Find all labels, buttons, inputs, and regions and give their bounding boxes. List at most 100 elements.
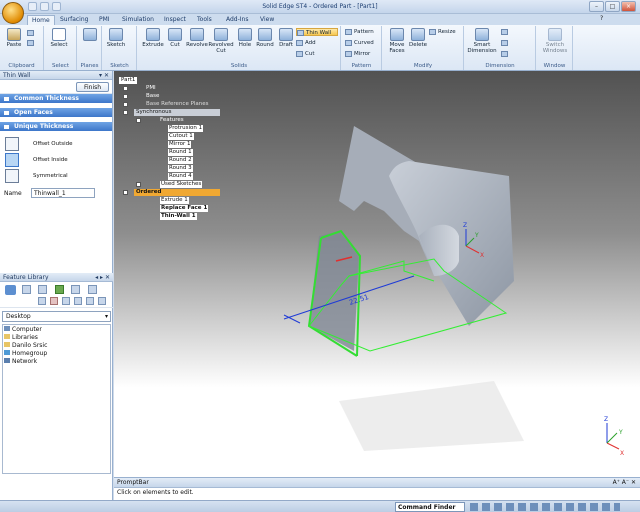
smart-dimension-button[interactable]: Smart Dimension [467,28,497,54]
resize-button[interactable]: Resize [429,28,462,36]
mirror-button[interactable]: Mirror [345,50,381,58]
dimension-tool-1[interactable] [501,28,531,36]
add-button[interactable]: Add [296,39,336,47]
tab-inspect[interactable]: Inspect [160,15,190,25]
delete-button[interactable]: Delete [407,28,429,48]
expand-icon[interactable] [123,86,128,91]
tree-item-pmi[interactable]: PMI [146,85,156,92]
dimension-tool-3[interactable] [501,50,531,58]
tab-home[interactable]: Home [27,15,55,25]
tree-item-cutout[interactable]: Cutout 1 [168,133,194,140]
sketch-button[interactable]: Sketch [105,28,127,48]
tree-item-round-1[interactable]: Round 1 [168,149,193,156]
add-icon[interactable] [38,297,46,305]
delete-icon[interactable] [50,297,58,305]
copy-button[interactable] [27,39,39,47]
tree-item-mirror[interactable]: Mirror 1 [168,141,192,148]
view-icon[interactable] [55,285,64,294]
library-icon[interactable] [5,285,16,295]
tree-item-synchronous[interactable]: Synchronous [134,109,220,116]
revolved-cut-button[interactable]: Revolved Cut [208,28,234,54]
collapse-icon[interactable] [123,190,128,195]
close-button[interactable]: × [621,1,636,12]
tree-item-round-4[interactable]: Round 4 [168,173,193,180]
tab-add-ins[interactable]: Add-Ins [222,15,252,25]
tab-tools[interactable]: Tools [193,15,216,25]
close-icon[interactable]: ◂ ▸ ✕ [95,273,113,282]
tree-item-base[interactable]: Base [146,93,159,100]
list-item[interactable]: Computer [4,326,109,334]
tree-part[interactable]: Part1 [119,77,138,84]
tree-item-thin-wall[interactable]: Thin-Wall 1 [160,213,197,220]
collapse-icon[interactable] [123,110,128,115]
extrude-button[interactable]: Extrude [142,28,164,48]
planes-button[interactable] [79,28,101,42]
prompt-bar: PromptBar A⁺ A⁻ ✕ Click on elements to e… [114,477,640,500]
copy-icon[interactable] [62,297,70,305]
list-item[interactable]: Libraries [4,334,109,342]
select-button[interactable]: Select [48,28,70,48]
section-unique-thickness[interactable]: Unique Thickness [0,122,112,132]
up-icon[interactable] [38,285,47,294]
curved-button[interactable]: Curved [345,39,381,47]
application-button[interactable] [2,2,24,24]
cut-button[interactable]: Cut [164,28,186,48]
command-finder-input[interactable]: Command Finder [395,502,465,512]
switch-windows-button[interactable]: Switch Windows [539,28,571,54]
name-input[interactable]: Thinwall_1 [31,188,95,198]
view-tools-icons[interactable] [470,503,620,511]
close-icon[interactable]: ▾ ✕ [99,71,112,80]
pattern-button[interactable]: Pattern [345,28,381,36]
help-icon[interactable]: ? [600,15,603,22]
thin-wall-button[interactable]: Thin Wall [296,28,338,36]
settings-icon[interactable] [88,285,97,294]
paste-icon[interactable] [74,297,82,305]
cut-small-button[interactable]: Cut [296,50,336,58]
folder-icon[interactable] [22,285,31,294]
cut-clip-button[interactable] [27,29,39,37]
list-item[interactable]: Danilo Srsic [4,342,109,350]
location-dropdown[interactable]: Desktop ▾ [2,311,111,322]
move-faces-button[interactable]: Move Faces [385,28,409,54]
tree-item-protrusion[interactable]: Protrusion 1 [168,125,204,132]
minimize-button[interactable]: – [589,1,604,12]
maximize-button[interactable]: □ [605,1,620,12]
paste-button[interactable]: Paste [3,28,25,48]
section-open-faces[interactable]: Open Faces [0,108,112,118]
tree-item-extrude[interactable]: Extrude 1 [160,197,189,204]
expand-icon[interactable] [123,94,128,99]
tree-item-features[interactable]: Features [160,117,184,124]
dimension-tool-2[interactable] [501,39,531,47]
tree-item-replace-face[interactable]: Replace Face 1 [160,205,209,212]
tree-item-round-3[interactable]: Round 3 [168,165,193,172]
list-item[interactable]: Homegroup [4,350,109,358]
list-item[interactable]: Network [4,358,109,366]
expand-icon[interactable] [123,102,128,107]
section-common-thickness[interactable]: Common Thickness [0,94,112,104]
tree-item-base-reference-planes[interactable]: Base Reference Planes [146,101,209,108]
finish-button[interactable]: Finish [76,82,109,92]
tab-simulation[interactable]: Simulation [118,15,158,25]
tab-pmi[interactable]: PMI [95,15,114,25]
tab-view[interactable]: View [256,15,278,25]
properties-icon[interactable] [98,297,106,305]
resize-icon [429,29,436,35]
refresh-icon[interactable] [86,297,94,305]
grid-icon[interactable] [71,285,80,294]
symmetrical-option[interactable]: Symmetrical [0,168,112,184]
draft-button[interactable]: Draft [275,28,297,48]
expand-icon[interactable] [136,182,141,187]
collapse-icon[interactable] [136,118,141,123]
offset-inside-option[interactable]: Offset Inside [0,152,112,168]
tree-item-ordered[interactable]: Ordered [134,189,220,196]
close-icon[interactable]: A⁺ A⁻ ✕ [613,478,636,488]
graphics-window[interactable]: 22.51 X Z Y X Z Y Part1 PMI Base Base Re… [114,71,640,477]
tree-item-used-sketches[interactable]: Used Sketches [160,181,203,188]
revolve-button[interactable]: Revolve [186,28,208,48]
round-button[interactable]: Round [254,28,276,48]
tree-item-round-2[interactable]: Round 2 [168,157,193,164]
hole-button[interactable]: Hole [234,28,256,48]
offset-outside-option[interactable]: Offset Outside [0,136,112,152]
revolved-cut-icon [214,28,228,41]
tab-surfacing[interactable]: Surfacing [56,15,92,25]
